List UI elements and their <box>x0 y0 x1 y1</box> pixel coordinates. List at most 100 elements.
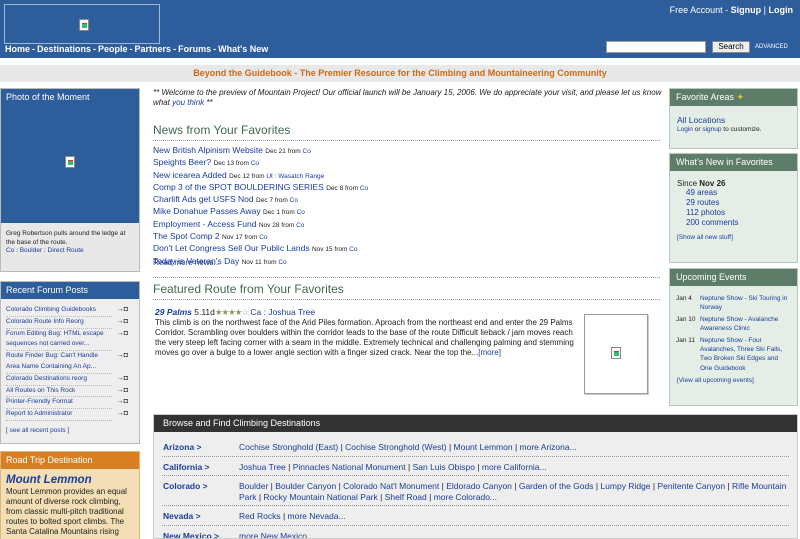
event-link[interactable]: Neptune Show - Avalanche Awareness Clini… <box>700 315 790 336</box>
forum-post-title[interactable]: Route Finder Bug: Can't Handle Area Name… <box>6 351 112 374</box>
browse-state-link[interactable]: Colorado > <box>163 481 208 491</box>
browse-area-link[interactable]: San Luis Obispo <box>413 462 475 472</box>
forum-post-item[interactable]: Report to Administrator →◘ <box>6 409 134 421</box>
news-item-area-link[interactable]: Co <box>349 246 357 253</box>
featured-route-link[interactable]: 29 Palms <box>155 307 192 317</box>
login-link[interactable]: Login <box>769 5 794 15</box>
forum-post-item[interactable]: Colorado Route Info Reorg →◘ <box>6 317 134 329</box>
forum-post-item[interactable]: All Routes on This Rock →◘ <box>6 386 134 398</box>
news-item-area-link[interactable]: Co <box>259 234 267 241</box>
browse-area-link[interactable]: more Colorado... <box>434 492 497 502</box>
featured-route-more-link[interactable]: [more] <box>478 348 501 357</box>
photo-location-link[interactable]: Co : Boulder : Direct Route <box>1 247 139 254</box>
nav-home[interactable]: Home <box>5 44 30 54</box>
browse-area-link[interactable]: Lumpy Ridge <box>600 481 650 491</box>
news-item-link[interactable]: Comp 3 of the SPOT BOULDERING SERIES <box>153 182 324 192</box>
browse-area-link[interactable]: more California... <box>482 462 547 472</box>
news-item-area-link[interactable]: Co <box>290 197 298 204</box>
news-item-link[interactable]: New icearea Added <box>153 170 227 180</box>
goto-post-icon[interactable]: →◘ <box>117 351 128 362</box>
nav-partners[interactable]: Partners <box>135 44 172 54</box>
goto-post-icon[interactable]: →◘ <box>117 317 128 328</box>
see-all-posts-link[interactable]: [ see all recent posts ] <box>1 421 139 440</box>
show-all-new-link[interactable]: [Show all new stuff] <box>670 228 797 247</box>
news-item-link[interactable]: Charlift Ads get USFS Nod <box>153 194 254 204</box>
news-item-area-link[interactable]: Ut : Wasatch Range <box>266 173 324 180</box>
forum-post-item[interactable]: Colorado Destinations reorg →◘ <box>6 374 134 386</box>
forum-post-item[interactable]: Printer-Friendly Format →◘ <box>6 397 134 410</box>
browse-area-link[interactable]: more Nevada... <box>288 511 346 521</box>
browse-state-link[interactable]: California > <box>163 462 210 472</box>
news-item-link[interactable]: The Spot Comp 2 <box>153 231 220 241</box>
browse-area-link[interactable]: Garden of the Gods <box>519 481 594 491</box>
browse-area-link[interactable]: more New Mexico... <box>239 531 314 539</box>
forum-post-title[interactable]: Printer-Friendly Format <box>6 397 112 410</box>
favorites-login-link[interactable]: Login <box>677 126 693 133</box>
advanced-search-link[interactable]: ADVANCED <box>755 44 788 50</box>
browse-area-link[interactable]: Colorado Nat'l Monument <box>343 481 439 491</box>
browse-area-link[interactable]: Mount Lemmon <box>454 442 513 452</box>
goto-post-icon[interactable]: →◘ <box>117 409 128 420</box>
news-item-area-link[interactable]: Co <box>297 209 305 216</box>
forum-post-item[interactable]: Colorado Climbing Guidebooks →◘ <box>6 305 134 317</box>
search-input[interactable] <box>606 41 706 53</box>
news-item-link[interactable]: Employment - Access Fund <box>153 219 256 229</box>
search-button[interactable]: Search <box>712 41 750 53</box>
browse-area-link[interactable]: Cochise Stronghold (East) <box>239 442 338 452</box>
whats-new-routes-link[interactable]: 29 routes <box>686 198 797 208</box>
all-locations-link[interactable]: All Locations <box>670 106 797 125</box>
whats-new-comments-link[interactable]: 200 comments <box>686 218 797 228</box>
browse-area-link[interactable]: Boulder <box>239 481 268 491</box>
goto-post-icon[interactable]: →◘ <box>117 329 128 340</box>
news-item-link[interactable]: New British Alpinism Website <box>153 145 263 155</box>
forum-post-title[interactable]: All Routes on This Rock <box>6 386 112 398</box>
nav-whats-new[interactable]: What's New <box>218 44 268 54</box>
whats-new-areas-link[interactable]: 49 areas <box>686 188 797 198</box>
site-logo[interactable] <box>4 4 160 44</box>
feedback-link[interactable]: you think <box>172 98 204 107</box>
featured-photo[interactable] <box>1 106 139 223</box>
goto-post-icon[interactable]: →◘ <box>117 386 128 397</box>
free-account-link[interactable]: Free Account <box>670 5 723 15</box>
browse-area-link[interactable]: Joshua Tree <box>239 462 286 472</box>
news-item-area-link[interactable]: Co <box>360 185 368 192</box>
browse-area-link[interactable]: Rocky Mountain National Park <box>263 492 377 502</box>
browse-area-link[interactable]: more Arizona... <box>520 442 577 452</box>
browse-area-link[interactable]: Cochise Stronghold (West) <box>345 442 446 452</box>
nav-people[interactable]: People <box>98 44 128 54</box>
event-link[interactable]: Neptune Show - Ski Touring in Norway <box>700 294 790 315</box>
forum-post-title[interactable]: Forum Editing Bug: HTML escape sequences… <box>6 329 112 352</box>
event-link[interactable]: Neptune Show - Four Avalanches, Three Sk… <box>700 336 790 376</box>
browse-area-link[interactable]: Boulder Canyon <box>275 481 336 491</box>
featured-route-photo[interactable] <box>584 314 648 394</box>
nav-forums[interactable]: Forums <box>178 44 211 54</box>
browse-area-link[interactable]: Shelf Road <box>385 492 427 502</box>
news-item-area-link[interactable]: Co <box>303 148 311 155</box>
forum-post-item[interactable]: Route Finder Bug: Can't Handle Area Name… <box>6 351 134 374</box>
goto-post-icon[interactable]: →◘ <box>117 305 128 316</box>
browse-area-link[interactable]: Pinnacles National Monument <box>293 462 406 472</box>
news-item-area-link[interactable]: Co <box>251 160 259 167</box>
news-item-link[interactable]: Don't Let Congress Sell Our Public Lands <box>153 243 310 253</box>
forum-post-item[interactable]: Forum Editing Bug: HTML escape sequences… <box>6 329 134 352</box>
forum-post-title[interactable]: Colorado Route Info Reorg <box>6 317 112 329</box>
goto-post-icon[interactable]: →◘ <box>117 374 128 385</box>
news-item-link[interactable]: Speights Beer? <box>153 157 211 167</box>
forum-post-title[interactable]: Colorado Destinations reorg <box>6 374 112 386</box>
forum-post-title[interactable]: Report to Administrator <box>6 409 112 421</box>
whats-new-photos-link[interactable]: 112 photos <box>686 208 797 218</box>
browse-state-link[interactable]: Nevada > <box>163 511 201 521</box>
news-item-area-link[interactable]: Co <box>278 259 286 266</box>
nav-destinations[interactable]: Destinations <box>37 44 91 54</box>
browse-state-link[interactable]: New Mexico > <box>163 531 219 539</box>
road-trip-destination-link[interactable]: Mount Lemmon <box>1 469 139 487</box>
goto-post-icon[interactable]: →◘ <box>117 397 128 408</box>
news-item-link[interactable]: Mike Donahue Passes Away <box>153 206 261 216</box>
read-more-news-link[interactable]: Read more news... <box>153 258 220 267</box>
view-all-events-link[interactable]: [View all upcoming events] <box>670 375 797 386</box>
forum-post-title[interactable]: Colorado Climbing Guidebooks <box>6 305 112 317</box>
browse-area-link[interactable]: Red Rocks <box>239 511 281 521</box>
browse-area-link[interactable]: Penitente Canyon <box>657 481 725 491</box>
featured-route-location-link[interactable]: Ca : Joshua Tree <box>250 307 315 317</box>
news-item-area-link[interactable]: Co <box>296 222 304 229</box>
